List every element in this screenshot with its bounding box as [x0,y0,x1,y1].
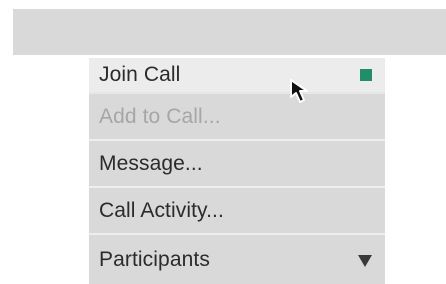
status-indicator-icon [360,69,372,81]
menu-item-label: Add to Call... [99,104,221,128]
menu-item-label: Call Activity... [99,198,224,222]
top-bar [13,9,446,55]
menu-item-call-activity[interactable]: Call Activity... [89,188,385,235]
context-menu: Join Call Add to Call... Message... Call… [89,58,385,284]
dropdown-triangle-icon[interactable] [358,255,372,267]
menu-item-add-to-call: Add to Call... [89,94,385,141]
menu-item-join-call[interactable]: Join Call [89,58,385,94]
menu-item-label: Join Call [99,63,181,86]
menu-item-participants[interactable]: Participants [89,235,385,284]
menu-item-label: Participants [99,247,210,271]
menu-item-label: Message... [99,151,203,175]
application-window: Join Call Add to Call... Message... Call… [0,0,446,284]
menu-item-message[interactable]: Message... [89,141,385,188]
